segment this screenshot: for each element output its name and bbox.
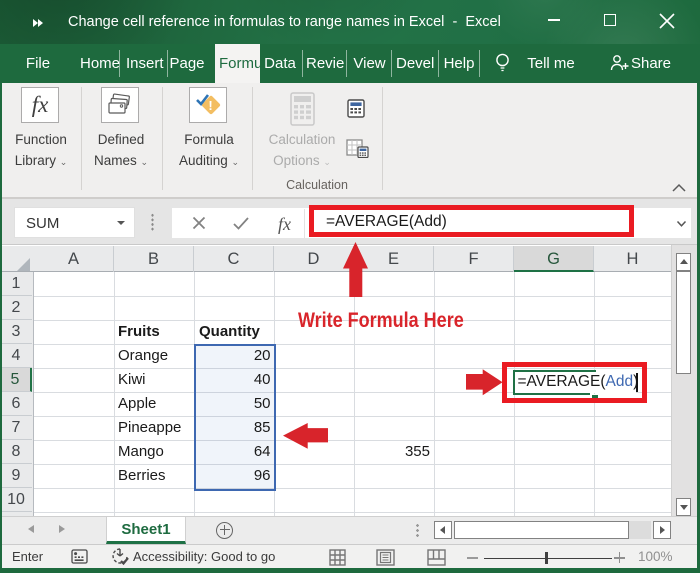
- svg-text:!: !: [208, 98, 212, 113]
